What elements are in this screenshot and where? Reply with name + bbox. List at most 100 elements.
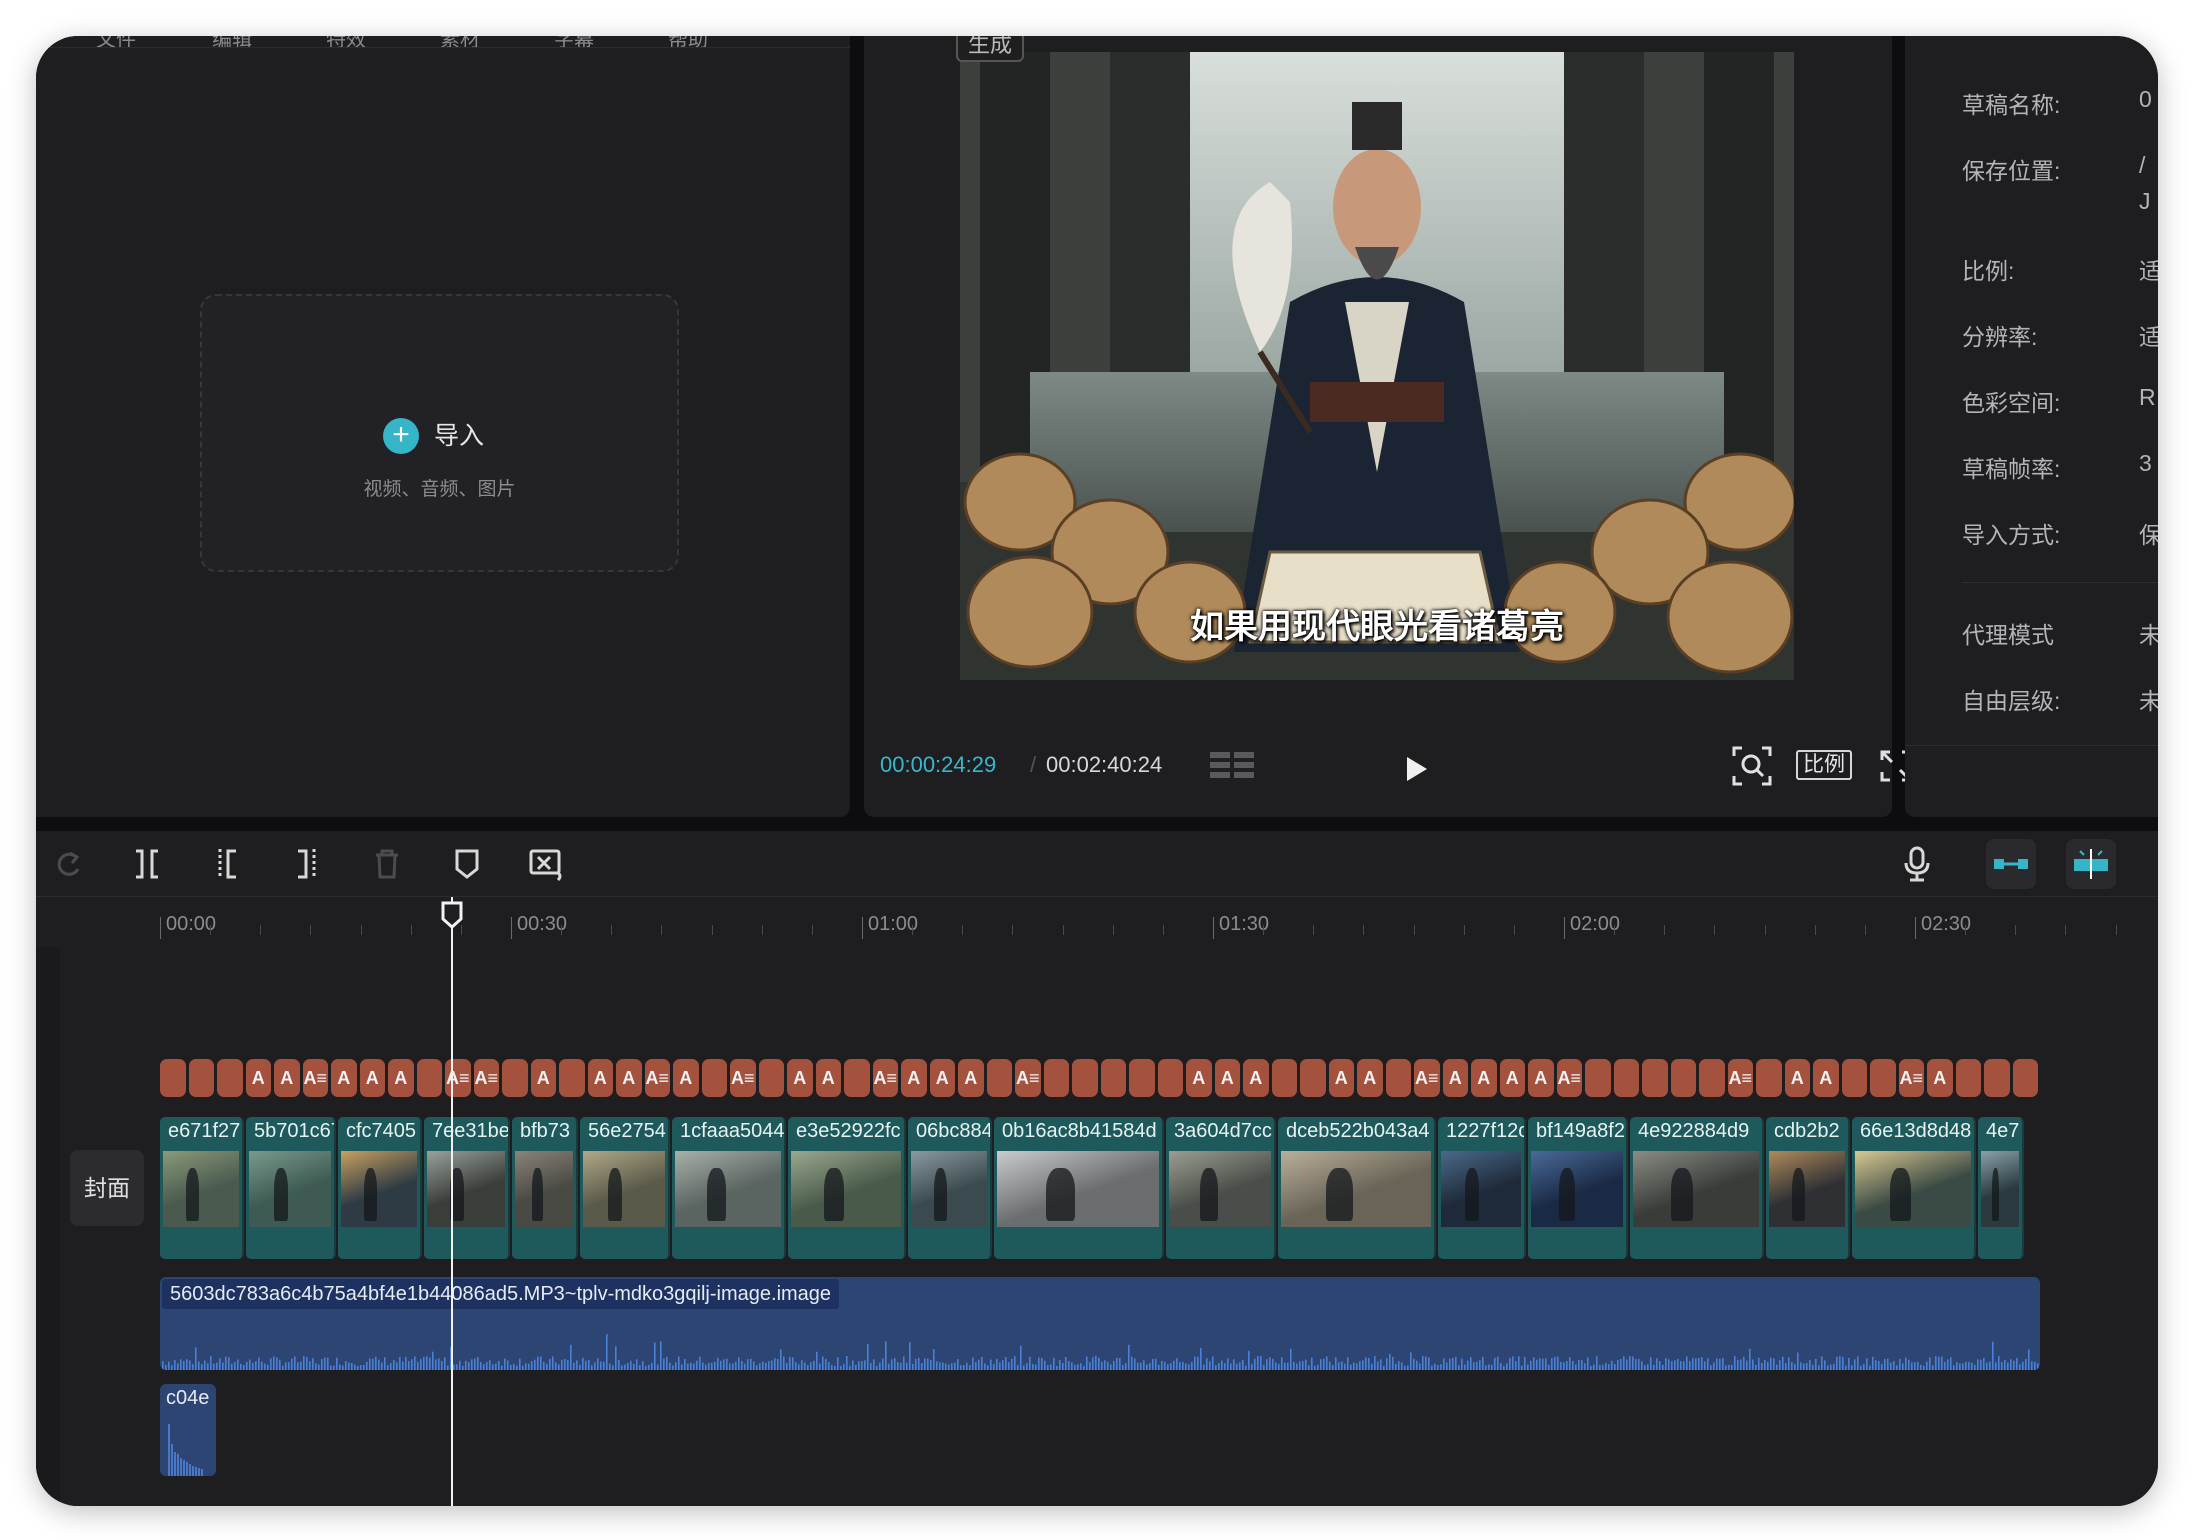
text-clip[interactable]	[1613, 1059, 1639, 1097]
video-clip[interactable]: cfc7405	[338, 1117, 422, 1259]
playhead[interactable]	[451, 897, 453, 1506]
link-tracks-button[interactable]	[1986, 839, 2036, 889]
trim-left-icon[interactable]	[208, 845, 246, 883]
timeline[interactable]: 00:00 00:30 01:00 01:30 02:00 02:30 A A A≡ A A A A≡…	[36, 897, 2158, 1506]
menu-item[interactable]: 特效	[326, 36, 366, 47]
text-clip[interactable]: A≡	[1015, 1059, 1041, 1097]
auto-cut-icon[interactable]	[528, 845, 566, 883]
text-clip[interactable]: A	[1442, 1059, 1468, 1097]
text-clip[interactable]: A	[1214, 1059, 1240, 1097]
text-clip[interactable]: A	[331, 1059, 357, 1097]
text-clip[interactable]	[1072, 1059, 1098, 1097]
video-clip[interactable]: dceb522b043a4	[1278, 1117, 1436, 1259]
text-clip[interactable]: A	[245, 1059, 271, 1097]
video-clip[interactable]: bf149a8f2	[1528, 1117, 1628, 1259]
video-preview[interactable]: 如果用现代眼光看诸葛亮	[960, 52, 1794, 680]
text-clip[interactable]	[986, 1059, 1012, 1097]
text-clip[interactable]: A	[1186, 1059, 1212, 1097]
text-clip[interactable]	[1642, 1059, 1668, 1097]
marker-icon[interactable]	[448, 845, 486, 883]
text-clip[interactable]	[188, 1059, 214, 1097]
text-clip[interactable]	[1756, 1059, 1782, 1097]
menu-item[interactable]: 素材	[440, 36, 480, 47]
text-clip[interactable]	[217, 1059, 243, 1097]
text-clip[interactable]: A≡	[473, 1059, 499, 1097]
menu-item[interactable]: 编辑	[212, 36, 252, 47]
text-clip[interactable]: A≡	[730, 1059, 756, 1097]
text-clip[interactable]	[1271, 1059, 1297, 1097]
text-clip[interactable]: A≡	[1898, 1059, 1924, 1097]
text-clip[interactable]	[416, 1059, 442, 1097]
text-clip[interactable]	[1100, 1059, 1126, 1097]
cover-button[interactable]: 封面	[70, 1150, 144, 1226]
text-clip[interactable]	[1300, 1059, 1326, 1097]
video-clip[interactable]: 1227f12c	[1438, 1117, 1526, 1259]
text-clip[interactable]: A	[616, 1059, 642, 1097]
text-clip[interactable]	[1870, 1059, 1896, 1097]
text-clip[interactable]: A	[587, 1059, 613, 1097]
text-clip[interactable]	[1585, 1059, 1611, 1097]
text-clip[interactable]: A≡	[1727, 1059, 1753, 1097]
video-clip[interactable]: 4e922884d9	[1630, 1117, 1764, 1259]
text-clip[interactable]: A	[1813, 1059, 1839, 1097]
video-clip[interactable]: 4e7	[1978, 1117, 2024, 1259]
trim-right-icon[interactable]	[288, 845, 326, 883]
text-clip[interactable]: A	[1528, 1059, 1554, 1097]
text-clip[interactable]: A≡	[445, 1059, 471, 1097]
text-clip[interactable]: A	[1499, 1059, 1525, 1097]
text-clip[interactable]	[1670, 1059, 1696, 1097]
menu-item[interactable]: 帮助	[668, 36, 708, 47]
video-clip[interactable]: 1cfaaa5044	[672, 1117, 786, 1259]
video-clip[interactable]: 7ee31be	[424, 1117, 510, 1259]
microphone-icon[interactable]	[1898, 845, 1936, 883]
video-clip[interactable]: 06bc884	[908, 1117, 992, 1259]
delete-icon[interactable]	[368, 845, 406, 883]
text-clip[interactable]: A	[1328, 1059, 1354, 1097]
text-clip[interactable]: A	[673, 1059, 699, 1097]
text-clip[interactable]: A≡	[872, 1059, 898, 1097]
text-clip[interactable]	[1157, 1059, 1183, 1097]
video-clip[interactable]: e3e52922fc	[788, 1117, 906, 1259]
video-clip[interactable]: bfb73	[512, 1117, 578, 1259]
text-clip[interactable]: A	[530, 1059, 556, 1097]
text-clip[interactable]	[1841, 1059, 1867, 1097]
sound-effect-clip[interactable]: c04e	[160, 1384, 216, 1476]
text-clip[interactable]	[1699, 1059, 1725, 1097]
text-clip[interactable]: A	[1243, 1059, 1269, 1097]
text-clip[interactable]: A≡	[1414, 1059, 1440, 1097]
time-ruler[interactable]: 00:00 00:30 01:00 01:30 02:00 02:30	[36, 897, 2158, 947]
text-clip[interactable]: A	[929, 1059, 955, 1097]
text-clip[interactable]: A	[1927, 1059, 1953, 1097]
text-clip[interactable]: A	[787, 1059, 813, 1097]
text-clip[interactable]: A	[901, 1059, 927, 1097]
text-clip[interactable]: A	[388, 1059, 414, 1097]
zoom-fit-icon[interactable]	[1732, 746, 1772, 786]
video-clip[interactable]: cdb2b2	[1766, 1117, 1850, 1259]
text-clip[interactable]	[1043, 1059, 1069, 1097]
text-clip[interactable]: A	[1357, 1059, 1383, 1097]
text-clip[interactable]	[844, 1059, 870, 1097]
text-clip[interactable]	[502, 1059, 528, 1097]
text-clip[interactable]: A≡	[644, 1059, 670, 1097]
text-clip[interactable]	[758, 1059, 784, 1097]
text-clip[interactable]: A≡	[1556, 1059, 1582, 1097]
split-icon[interactable]	[128, 845, 166, 883]
snap-button[interactable]	[2066, 839, 2116, 889]
text-clip[interactable]	[701, 1059, 727, 1097]
video-clip[interactable]: 66e13d8d48	[1852, 1117, 1976, 1259]
text-clip[interactable]	[1955, 1059, 1981, 1097]
text-clip[interactable]: A	[359, 1059, 385, 1097]
text-clip[interactable]: A≡	[302, 1059, 328, 1097]
import-media-button[interactable]: + 导入 视频、音频、图片	[200, 294, 679, 572]
timecode-grid-icon[interactable]	[1210, 750, 1256, 784]
video-clip[interactable]: 0b16ac8b41584d	[994, 1117, 1164, 1259]
text-clip[interactable]	[160, 1059, 186, 1097]
text-clip[interactable]: A	[1784, 1059, 1810, 1097]
playhead-handle[interactable]	[441, 901, 463, 929]
video-clip[interactable]: 5b701c67	[246, 1117, 336, 1259]
text-clip[interactable]: A	[815, 1059, 841, 1097]
play-button[interactable]	[1395, 749, 1435, 789]
text-clip[interactable]: A	[958, 1059, 984, 1097]
menu-item[interactable]: 文件	[96, 36, 136, 47]
redo-icon[interactable]	[50, 845, 88, 883]
